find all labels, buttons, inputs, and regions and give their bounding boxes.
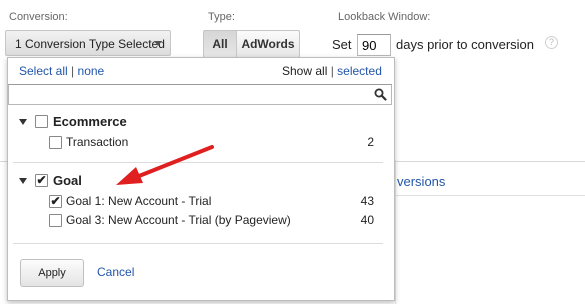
expand-triangle-icon[interactable] (19, 119, 27, 125)
goal-3-checkbox[interactable] (49, 214, 62, 227)
background-link[interactable]: versions (397, 174, 445, 189)
group-label-goal: Goal (53, 173, 82, 188)
page-vertical-divider (395, 160, 396, 304)
group-label-ecommerce: Ecommerce (53, 114, 127, 129)
show-selected-link[interactable]: selected (337, 64, 382, 78)
item-count-transaction: 2 (367, 135, 374, 149)
help-icon[interactable]: ? (545, 36, 558, 49)
page-divider-2 (395, 195, 585, 196)
lookback-days-input[interactable] (357, 34, 391, 56)
goal-1-checkbox[interactable]: ✔ (49, 195, 62, 208)
goal-group-checkbox[interactable]: ✔ (35, 174, 48, 187)
conversion-button-label: 1 Conversion Type Selected (15, 37, 165, 51)
item-label-goal-3: Goal 3: New Account - Trial (by Pageview… (66, 213, 291, 227)
lookback-label: Lookback Window: (338, 11, 431, 23)
show-links: Show all | selected (282, 64, 382, 78)
lookback-set-text: Set (332, 37, 352, 52)
item-label-goal-1: Goal 1: New Account - Trial (66, 194, 212, 208)
type-all-toggle[interactable]: All (203, 30, 237, 58)
type-label: Type: (208, 11, 235, 23)
conversion-type-dropdown-button[interactable]: 1 Conversion Type Selected (5, 30, 171, 56)
select-all-link[interactable]: Select all (19, 64, 68, 78)
item-count-goal-1: 43 (360, 194, 374, 208)
select-none-link[interactable]: none (78, 64, 105, 78)
transaction-checkbox[interactable] (49, 136, 62, 149)
select-separator: | (71, 64, 75, 78)
apply-button[interactable]: Apply (20, 259, 84, 287)
select-links: Select all | none (19, 64, 104, 78)
cancel-link[interactable]: Cancel (97, 265, 134, 279)
show-separator: | (330, 64, 334, 78)
lookback-suffix-text: days prior to conversion (396, 37, 535, 52)
footer-divider (13, 243, 383, 244)
expand-triangle-icon[interactable] (19, 178, 27, 184)
conversion-search-input[interactable] (8, 84, 392, 105)
item-count-goal-3: 40 (360, 213, 374, 227)
type-adwords-toggle[interactable]: AdWords (236, 30, 300, 58)
show-all-link[interactable]: Show all (282, 64, 327, 78)
conversion-label: Conversion: (9, 11, 68, 23)
caret-down-icon (154, 41, 162, 46)
red-arrow-annotation (116, 145, 214, 185)
search-icon[interactable] (374, 88, 387, 101)
ecommerce-group-checkbox[interactable] (35, 115, 48, 128)
